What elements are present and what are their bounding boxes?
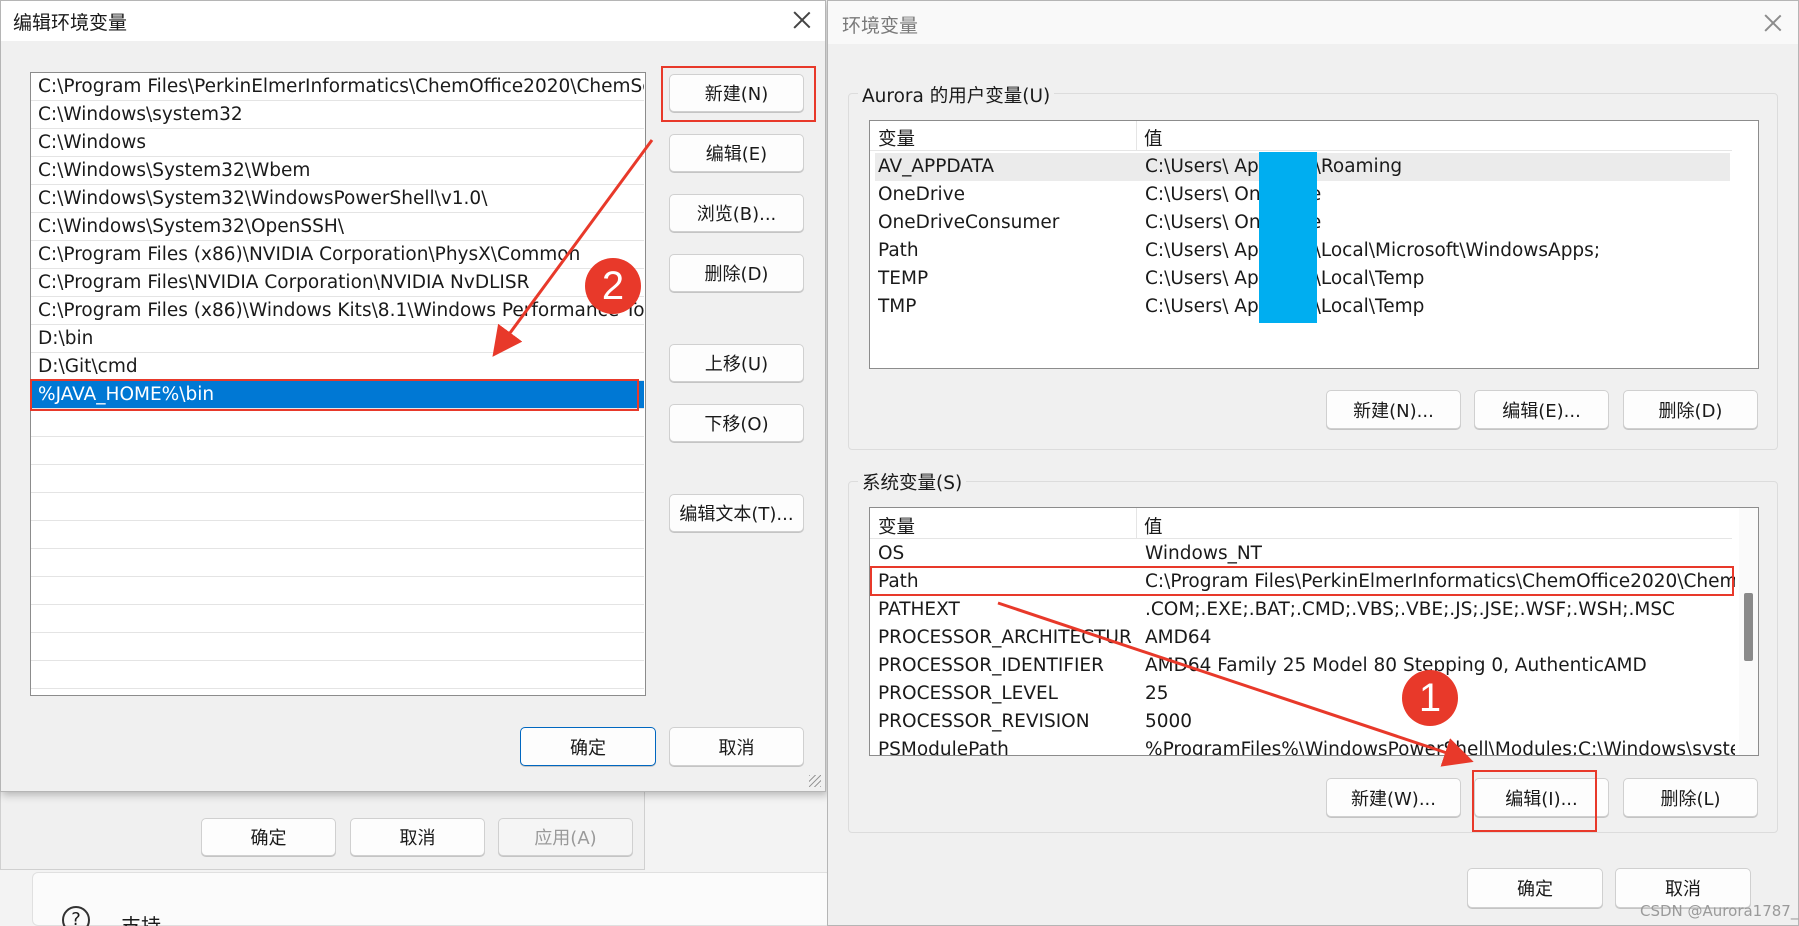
arrow-to-java-row bbox=[492, 139, 654, 357]
annotation-arrows bbox=[492, 139, 1474, 767]
step-2-badge: 2 bbox=[585, 258, 641, 314]
step-1-badge: 1 bbox=[1402, 670, 1458, 726]
watermark: CSDN @Aurora1787_ bbox=[1640, 902, 1799, 920]
arrow-to-edit-button bbox=[997, 601, 1474, 767]
